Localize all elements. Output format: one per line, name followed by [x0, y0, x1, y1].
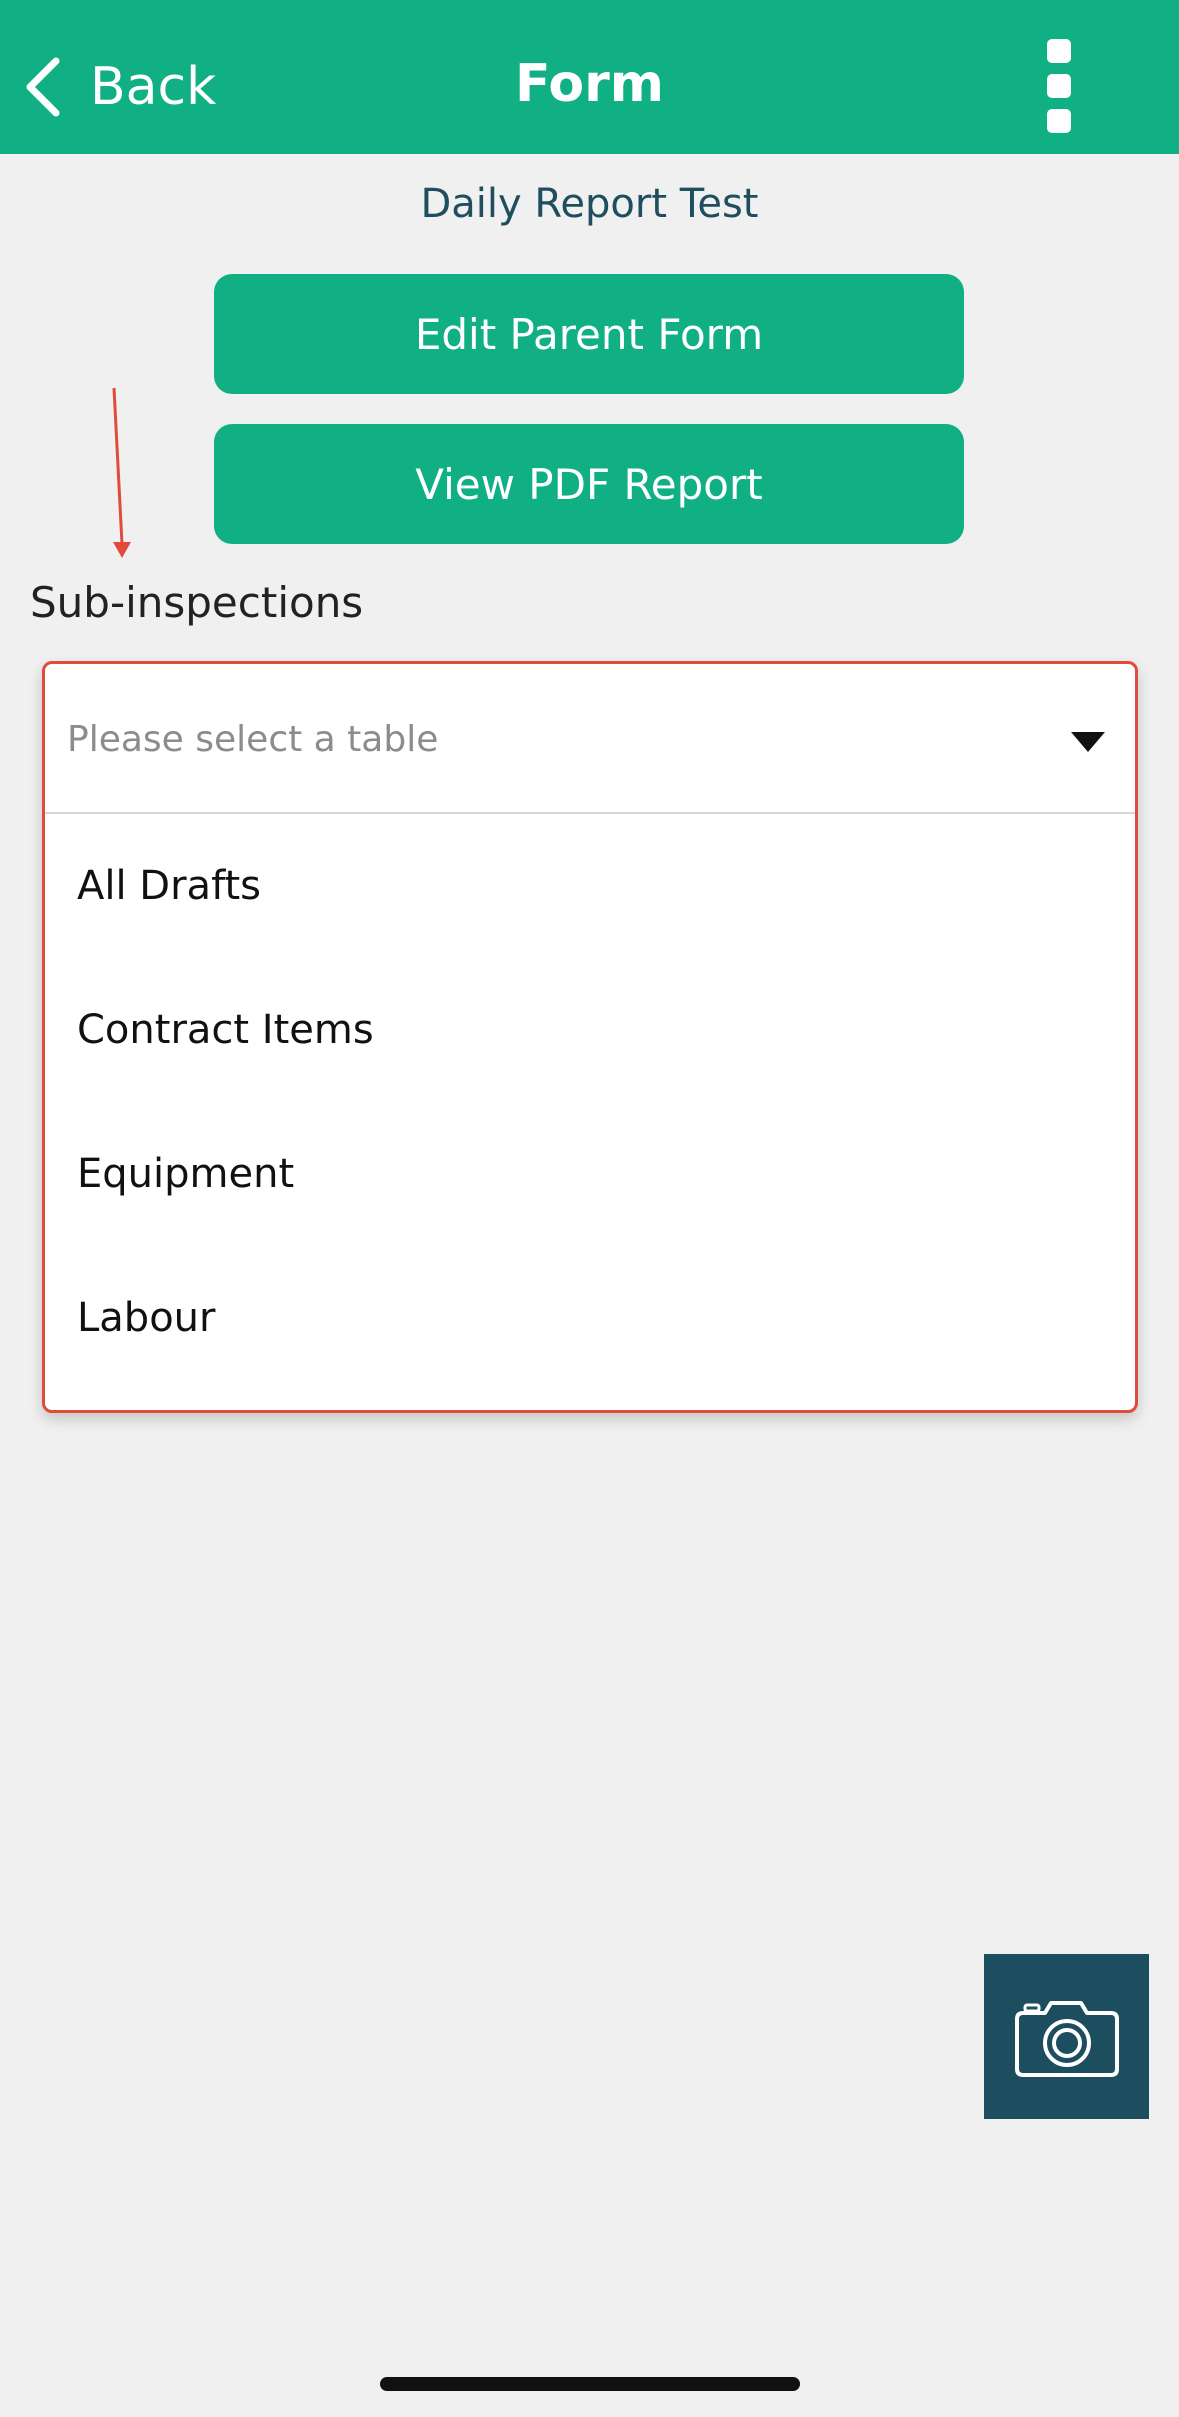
dropdown-option-equipment[interactable]: Equipment [45, 1102, 1135, 1246]
dropdown-option-all-drafts[interactable]: All Drafts [45, 814, 1135, 958]
table-select-placeholder: Please select a table [67, 719, 439, 760]
header-bar: Back Form [0, 0, 1179, 154]
form-name: Daily Report Test [420, 181, 759, 227]
sub-inspections-label: Sub-inspections [30, 578, 364, 627]
home-indicator [380, 2377, 800, 2391]
table-select[interactable]: Please select a table [45, 664, 1135, 814]
page-title: Form [515, 54, 664, 114]
sub-inspections-dropdown: Please select a table All Drafts Contrac… [42, 661, 1138, 1413]
dropdown-option-contract-items[interactable]: Contract Items [45, 958, 1135, 1102]
camera-icon [1014, 2000, 1119, 2077]
dropdown-option-labour[interactable]: Labour [45, 1246, 1135, 1390]
view-pdf-report-button[interactable]: View PDF Report [214, 424, 964, 544]
edit-parent-form-button[interactable]: Edit Parent Form [214, 274, 964, 394]
more-menu-button[interactable] [1040, 34, 1078, 140]
camera-button[interactable] [984, 1954, 1149, 2119]
option-label: Contract Items [77, 1007, 374, 1053]
option-label: All Drafts [77, 863, 261, 909]
option-label: Equipment [77, 1151, 295, 1197]
annotation-arrow-icon [112, 387, 131, 558]
caret-down-icon [1071, 732, 1105, 752]
option-label: Labour [77, 1295, 216, 1341]
